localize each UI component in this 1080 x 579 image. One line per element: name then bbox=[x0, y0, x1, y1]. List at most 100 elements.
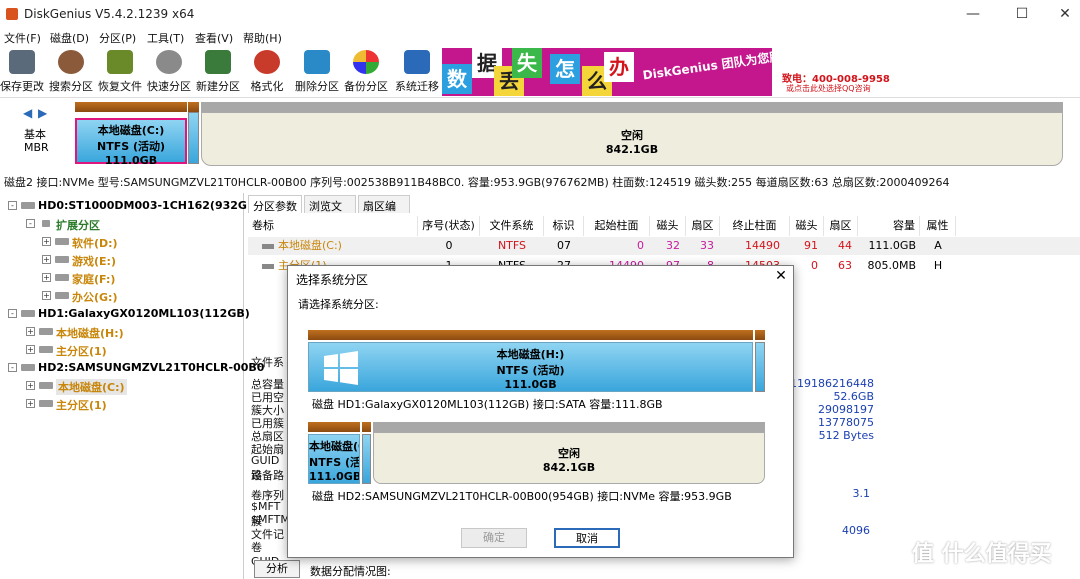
menu-view[interactable]: 查看(V) bbox=[195, 30, 233, 46]
maximize-button[interactable]: ☐ bbox=[1011, 4, 1033, 24]
delete-partition-button[interactable]: 删除分区 bbox=[292, 50, 342, 96]
close-window-button[interactable]: ✕ bbox=[1054, 4, 1076, 24]
partition-icon bbox=[39, 382, 53, 389]
card-free-space[interactable]: 空闲 842.1GB bbox=[373, 432, 765, 484]
column-header[interactable]: 标识 bbox=[544, 216, 584, 236]
recover-files-button[interactable]: 恢复文件 bbox=[95, 50, 145, 96]
new-partition-button[interactable]: 新建分区 bbox=[193, 50, 243, 96]
disk-info-line: 磁盘2 接口:NVMe 型号:SAMSUNGMZVL21T0HCLR-00B00… bbox=[4, 176, 950, 189]
menu-partition[interactable]: 分区(P) bbox=[99, 30, 136, 46]
format-icon bbox=[254, 50, 280, 74]
disk-card-hd2[interactable]: 本地磁盘(C NTFS (活动 111.0GB 空闲 842.1GB 磁盘 HD… bbox=[308, 418, 765, 503]
tab-partition-params[interactable]: 分区参数 bbox=[248, 195, 302, 213]
system-migration-button[interactable]: 系统迁移 bbox=[392, 50, 442, 96]
partition-icon bbox=[55, 274, 69, 281]
column-header[interactable]: 起始柱面 bbox=[584, 216, 650, 236]
column-header[interactable]: 卷标 bbox=[248, 216, 418, 236]
partition-c-size: 111.0GB bbox=[104, 154, 158, 167]
free-space-block[interactable]: 空闲 842.1GB bbox=[201, 112, 1063, 166]
migrate-icon bbox=[404, 50, 430, 74]
banner-char: 数 bbox=[442, 64, 472, 94]
tab-browse-files[interactable]: 浏览文件 bbox=[304, 195, 356, 229]
column-header[interactable]: 终止柱面 bbox=[720, 216, 790, 236]
new-partition-icon bbox=[205, 50, 231, 74]
save-changes-button[interactable]: 保存更改 bbox=[0, 50, 47, 96]
title-bar: DiskGenius V5.4.2.1239 x64 — ☐ ✕ bbox=[0, 0, 1080, 28]
analyze-button[interactable]: 分析 bbox=[254, 560, 300, 578]
banner-char: 失 bbox=[512, 48, 542, 78]
column-header[interactable]: 磁头 bbox=[790, 216, 824, 236]
partition-icon bbox=[55, 256, 69, 263]
row-label: 本地磁盘(C:) bbox=[262, 237, 418, 255]
app-logo-icon bbox=[6, 8, 18, 20]
column-header[interactable]: 属性 bbox=[920, 216, 956, 236]
backup-icon bbox=[353, 50, 379, 74]
card-header bbox=[755, 330, 765, 340]
card-header bbox=[308, 422, 360, 432]
quick-partition-icon bbox=[156, 50, 182, 74]
column-header[interactable]: 扇区 bbox=[824, 216, 858, 236]
search-icon bbox=[58, 50, 84, 74]
disk-style-label: 基本 bbox=[24, 128, 46, 141]
card-partition-c[interactable]: 本地磁盘(C NTFS (活动 111.0GB bbox=[308, 434, 360, 484]
distribution-label: 数据分配情况图: bbox=[310, 565, 391, 578]
partition-icon bbox=[39, 400, 53, 407]
partition-icon bbox=[39, 328, 53, 335]
format-button[interactable]: 格式化 bbox=[242, 50, 292, 96]
card-partition-h[interactable]: 本地磁盘(H:) NTFS (活动) 111.0GB bbox=[308, 342, 753, 392]
column-header[interactable]: 扇区 bbox=[686, 216, 720, 236]
menu-tools[interactable]: 工具(T) bbox=[147, 30, 184, 46]
partition-icon bbox=[42, 220, 50, 227]
menu-help[interactable]: 帮助(H) bbox=[243, 30, 282, 46]
watermark: 值 什么值得买 bbox=[912, 542, 1052, 567]
minimize-button[interactable]: — bbox=[962, 4, 984, 24]
dialog-title: 选择系统分区 bbox=[296, 273, 369, 287]
partition-row-icon bbox=[262, 263, 274, 269]
banner-qq: 或点击此处选择QQ咨询 bbox=[786, 84, 871, 93]
windows-logo-icon bbox=[323, 351, 359, 385]
prev-disk-arrow-icon[interactable]: ◀ bbox=[23, 106, 32, 120]
cancel-button[interactable]: 取消 bbox=[554, 528, 620, 548]
partition-icon bbox=[39, 346, 53, 353]
card-header bbox=[362, 422, 371, 432]
tab-sector-edit[interactable]: 扇区编辑 bbox=[358, 195, 410, 229]
menu-disk[interactable]: 磁盘(D) bbox=[50, 30, 89, 46]
table-row[interactable]: 本地磁盘(C:) 0 NTFS 07 0 32 33 14490 91 44 1… bbox=[248, 237, 1080, 255]
partition-row-icon bbox=[262, 243, 274, 249]
card-free-header bbox=[373, 422, 765, 432]
free-space-label: 空闲 bbox=[621, 129, 643, 142]
card-partition-small[interactable] bbox=[755, 342, 765, 392]
recover-icon bbox=[107, 50, 133, 74]
column-header[interactable]: 容量 bbox=[858, 216, 920, 236]
card-partition-small[interactable] bbox=[362, 434, 371, 484]
promo-banner[interactable]: 数 据 丢 失 怎 么 办 DiskGenius 团队为您服务 致电：400-0… bbox=[442, 48, 890, 96]
partition-1-block[interactable] bbox=[188, 112, 199, 164]
disk-card-hd1[interactable]: 本地磁盘(H:) NTFS (活动) 111.0GB 磁盘 HD1:Galaxy… bbox=[308, 326, 765, 411]
quick-partition-button[interactable]: 快速分区 bbox=[144, 50, 194, 96]
column-header[interactable]: 文件系统 bbox=[480, 216, 544, 236]
ok-button[interactable]: 确定 bbox=[461, 528, 527, 548]
select-system-partition-dialog: 选择系统分区 ✕ 请选择系统分区: 本地磁盘(H:) NTFS (活动) 111… bbox=[287, 265, 794, 558]
dialog-close-button[interactable]: ✕ bbox=[772, 268, 790, 284]
backup-partition-button[interactable]: 备份分区 bbox=[341, 50, 391, 96]
dialog-prompt: 请选择系统分区: bbox=[298, 298, 379, 311]
free-space-size: 842.1GB bbox=[605, 143, 659, 156]
column-header[interactable]: 磁头 bbox=[650, 216, 686, 236]
partition-c-block[interactable]: 本地磁盘(C:) NTFS (活动) 111.0GB bbox=[75, 118, 187, 167]
next-disk-arrow-icon[interactable]: ▶ bbox=[38, 106, 47, 120]
card-disk-info: 磁盘 HD2:SAMSUNGMZVL21T0HCLR-00B00(954GB) … bbox=[312, 490, 732, 503]
partition-c-name: 本地磁盘(C:) bbox=[97, 124, 165, 137]
save-icon bbox=[9, 50, 35, 74]
card-header bbox=[308, 330, 753, 340]
partition-c-header bbox=[75, 102, 187, 112]
banner-char: 怎 bbox=[550, 54, 580, 84]
search-partition-button[interactable]: 搜索分区 bbox=[46, 50, 96, 96]
banner-char: 办 bbox=[604, 52, 634, 82]
menu-file[interactable]: 文件(F) bbox=[4, 30, 41, 46]
partition-1-header bbox=[188, 102, 199, 112]
card-disk-info: 磁盘 HD1:GalaxyGX0120ML103(112GB) 接口:SATA … bbox=[312, 398, 663, 411]
column-header[interactable]: 序号(状态) bbox=[418, 216, 480, 236]
disk-tree: - HD0:ST1000DM003-1CH162(932GB) - 扩展分区 + 软件… bbox=[0, 193, 264, 579]
menu-bar: 文件(F) 磁盘(D) 分区(P) 工具(T) 查看(V) 帮助(H) bbox=[0, 28, 1080, 46]
delete-icon bbox=[304, 50, 330, 74]
